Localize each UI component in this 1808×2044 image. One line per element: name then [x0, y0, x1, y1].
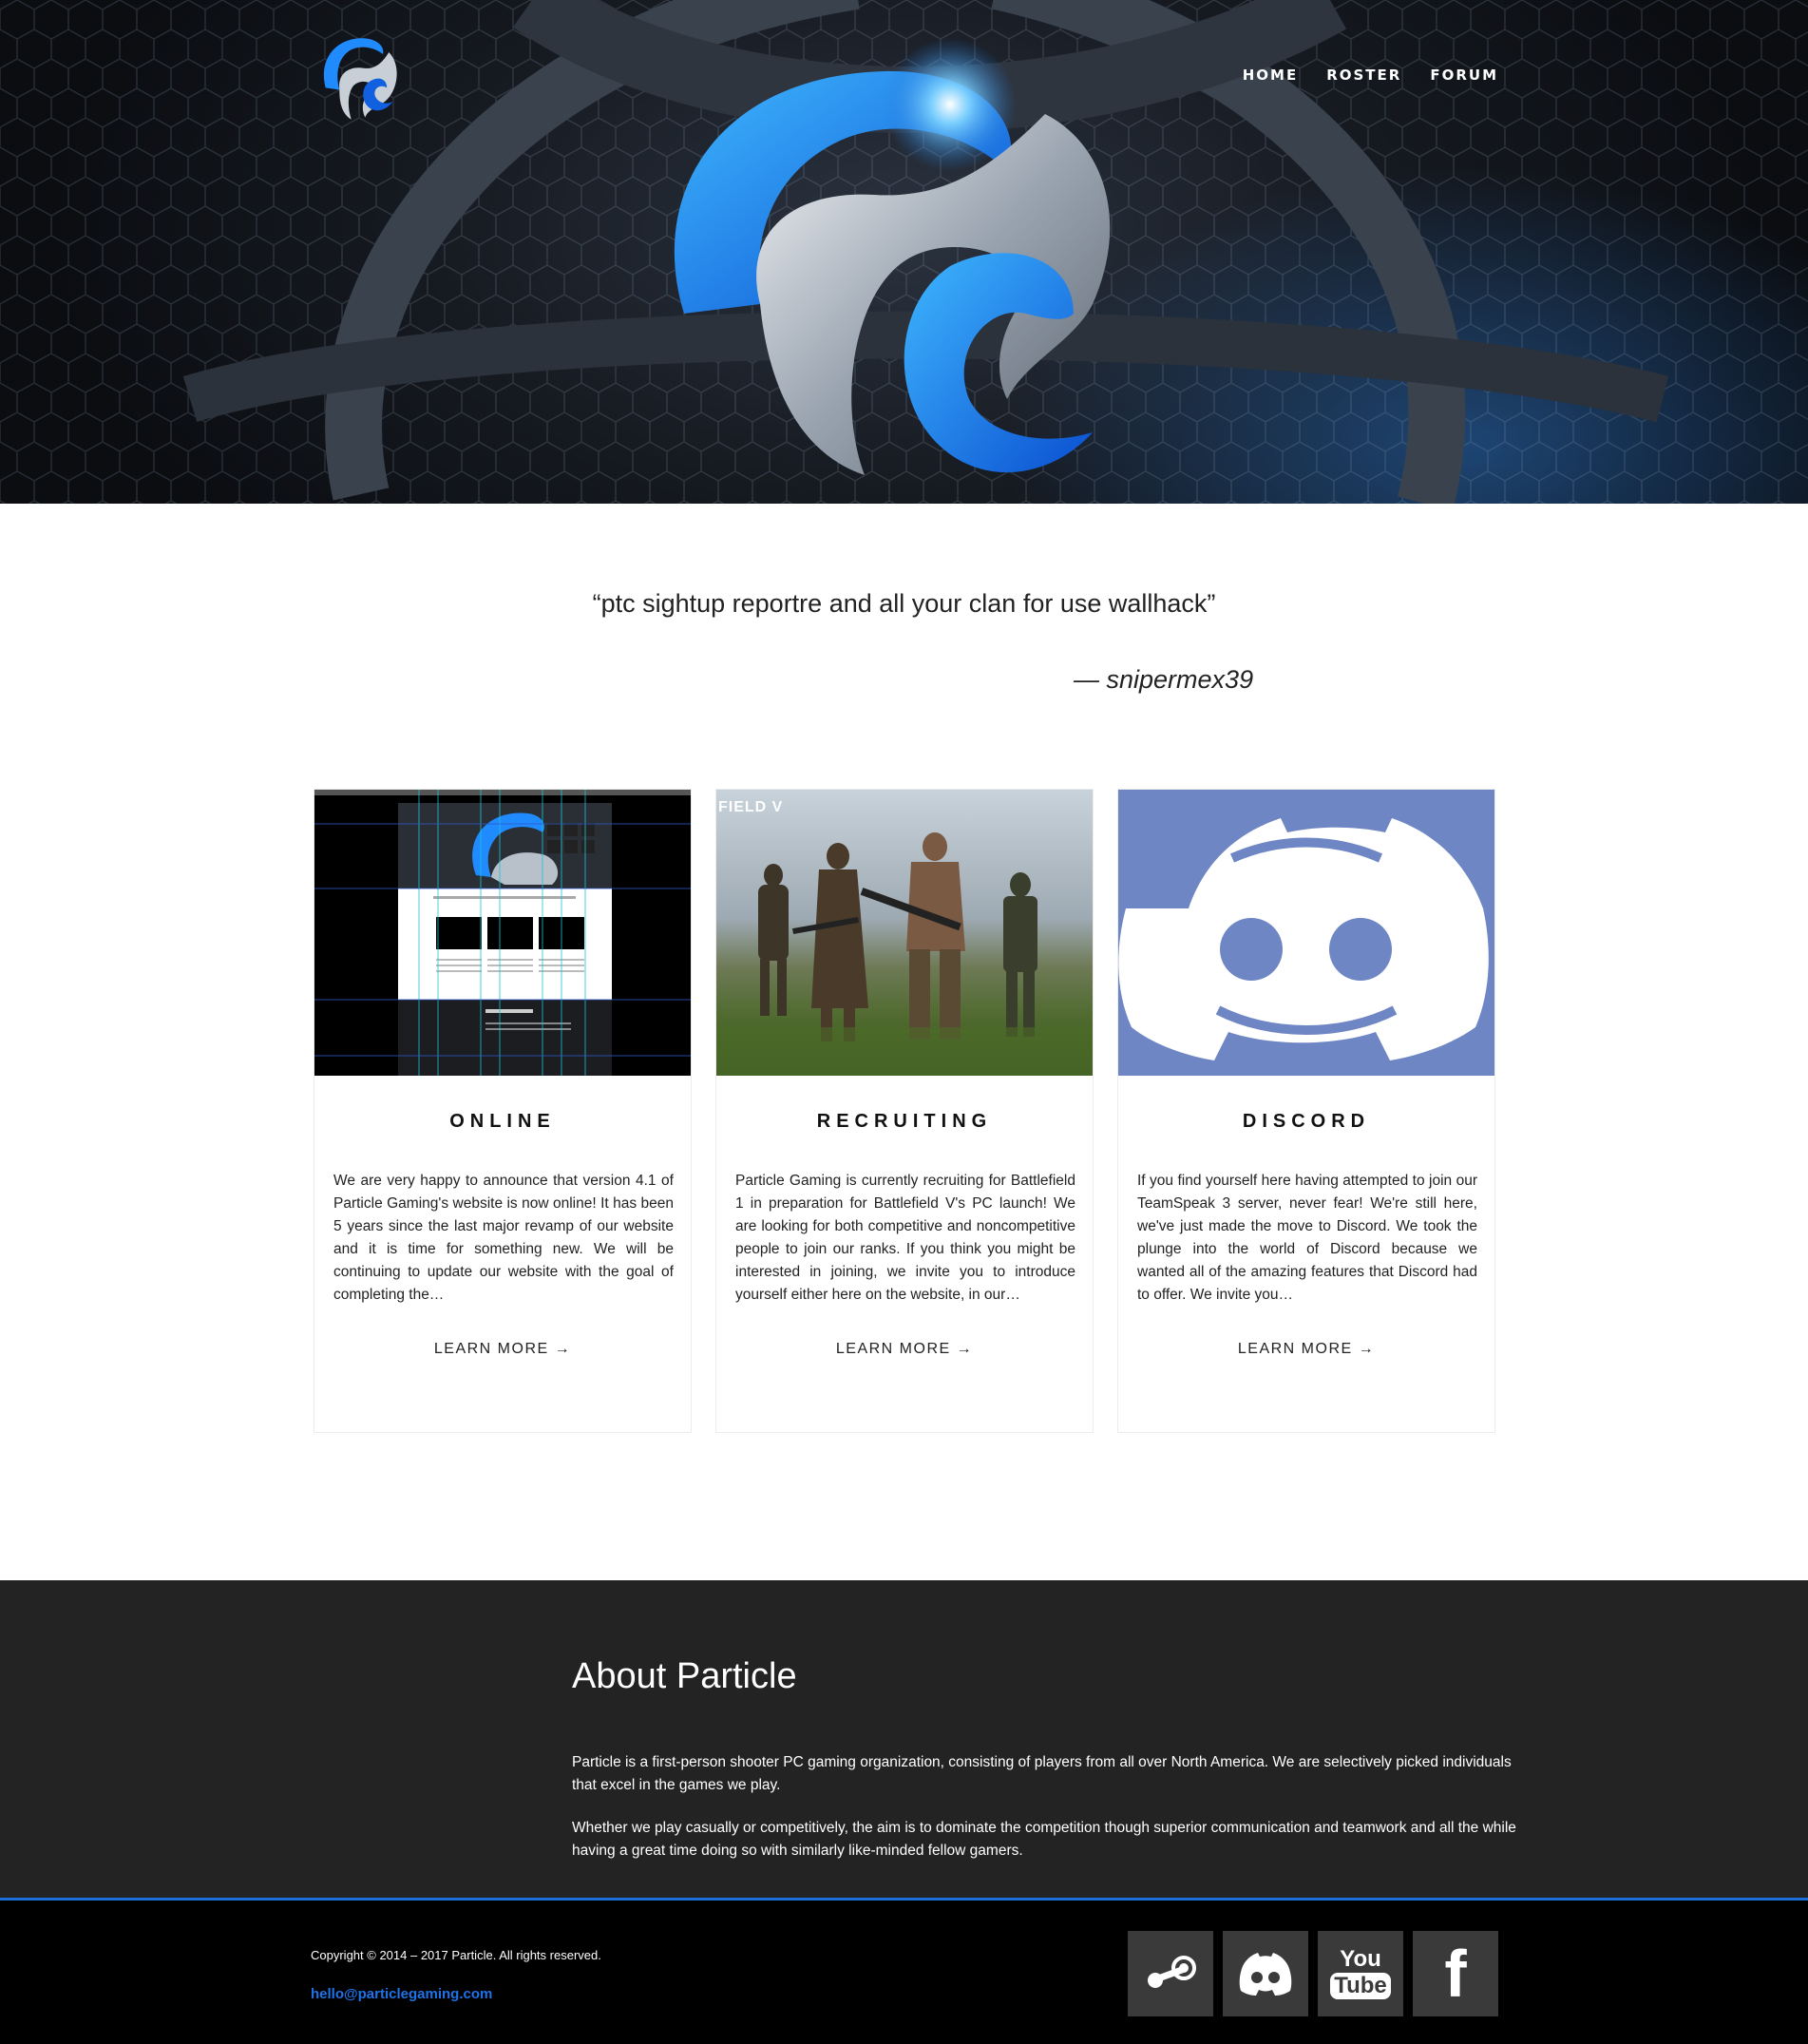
copyright-text: Copyright © 2014 – 2017 Particle. All ri…	[311, 1948, 601, 1962]
quote-author: — snipermex39	[1074, 665, 1254, 694]
site-footer: Copyright © 2014 – 2017 Particle. All ri…	[0, 1901, 1808, 2044]
youtube-icon-tube: Tube	[1330, 1973, 1391, 1999]
card-image-battlefield[interactable]: FIELD V	[716, 790, 1093, 1076]
learn-more-link[interactable]: LEARN MORE →	[314, 1341, 691, 1358]
nav-roster[interactable]: ROSTER	[1326, 67, 1401, 84]
learn-more-link[interactable]: LEARN MORE →	[716, 1341, 1093, 1358]
news-cards: ONLINE We are very happy to announce tha…	[314, 789, 1495, 1433]
soldiers-graphic	[716, 832, 1093, 1076]
steam-button[interactable]	[1128, 1931, 1213, 2016]
about-paragraph-1: Particle is a first-person shooter PC ga…	[572, 1754, 1512, 1793]
hero-emblem	[182, 0, 1669, 504]
steam-icon	[1148, 1956, 1196, 1988]
news-card-recruiting: FIELD V RECRUITING Particle Gaming is cu…	[715, 789, 1094, 1433]
site-logo[interactable]	[308, 29, 407, 127]
youtube-icon-you: You	[1340, 1946, 1381, 1972]
youtube-icon: You Tube	[1330, 1948, 1391, 1999]
card-image-website-preview[interactable]	[314, 790, 691, 1076]
about-title: About Particle	[572, 1656, 797, 1696]
discord-icon	[1239, 1953, 1292, 1996]
card-excerpt: We are very happy to announce that versi…	[333, 1173, 674, 1303]
facebook-button[interactable]: f	[1413, 1931, 1498, 2016]
learn-more-link[interactable]: LEARN MORE →	[1118, 1341, 1494, 1358]
facebook-icon: f	[1444, 1937, 1467, 2011]
card-excerpt: If you find yourself here having attempt…	[1137, 1173, 1477, 1303]
card-excerpt: Particle Gaming is currently recruiting …	[735, 1173, 1075, 1303]
card-title: ONLINE	[449, 1111, 556, 1132]
news-card-online: ONLINE We are very happy to announce tha…	[314, 789, 692, 1433]
card-title: DISCORD	[1242, 1111, 1371, 1132]
hero-banner: HOME ROSTER FORUM	[0, 0, 1808, 504]
discord-logo-large	[1118, 818, 1489, 1060]
about-paragraph-2: Whether we play casually or competitivel…	[572, 1820, 1516, 1859]
card-title: RECRUITING	[816, 1111, 993, 1132]
nav-home[interactable]: HOME	[1243, 67, 1298, 84]
main-nav: HOME ROSTER FORUM	[1243, 67, 1498, 84]
featured-quote: “ptc sightup reportre and all your clan …	[592, 589, 1216, 618]
card-image-discord-logo[interactable]	[1118, 790, 1494, 1076]
youtube-button[interactable]: You Tube	[1318, 1931, 1403, 2016]
website-preview-graphic	[314, 790, 691, 1076]
contact-email-link[interactable]: hello@particlegaming.com	[311, 1986, 492, 2002]
nav-forum[interactable]: FORUM	[1430, 67, 1498, 84]
news-card-discord: DISCORD If you find yourself here having…	[1117, 789, 1495, 1433]
about-section: About Particle Particle is a first-perso…	[0, 1580, 1808, 1898]
discord-button[interactable]	[1223, 1931, 1308, 2016]
